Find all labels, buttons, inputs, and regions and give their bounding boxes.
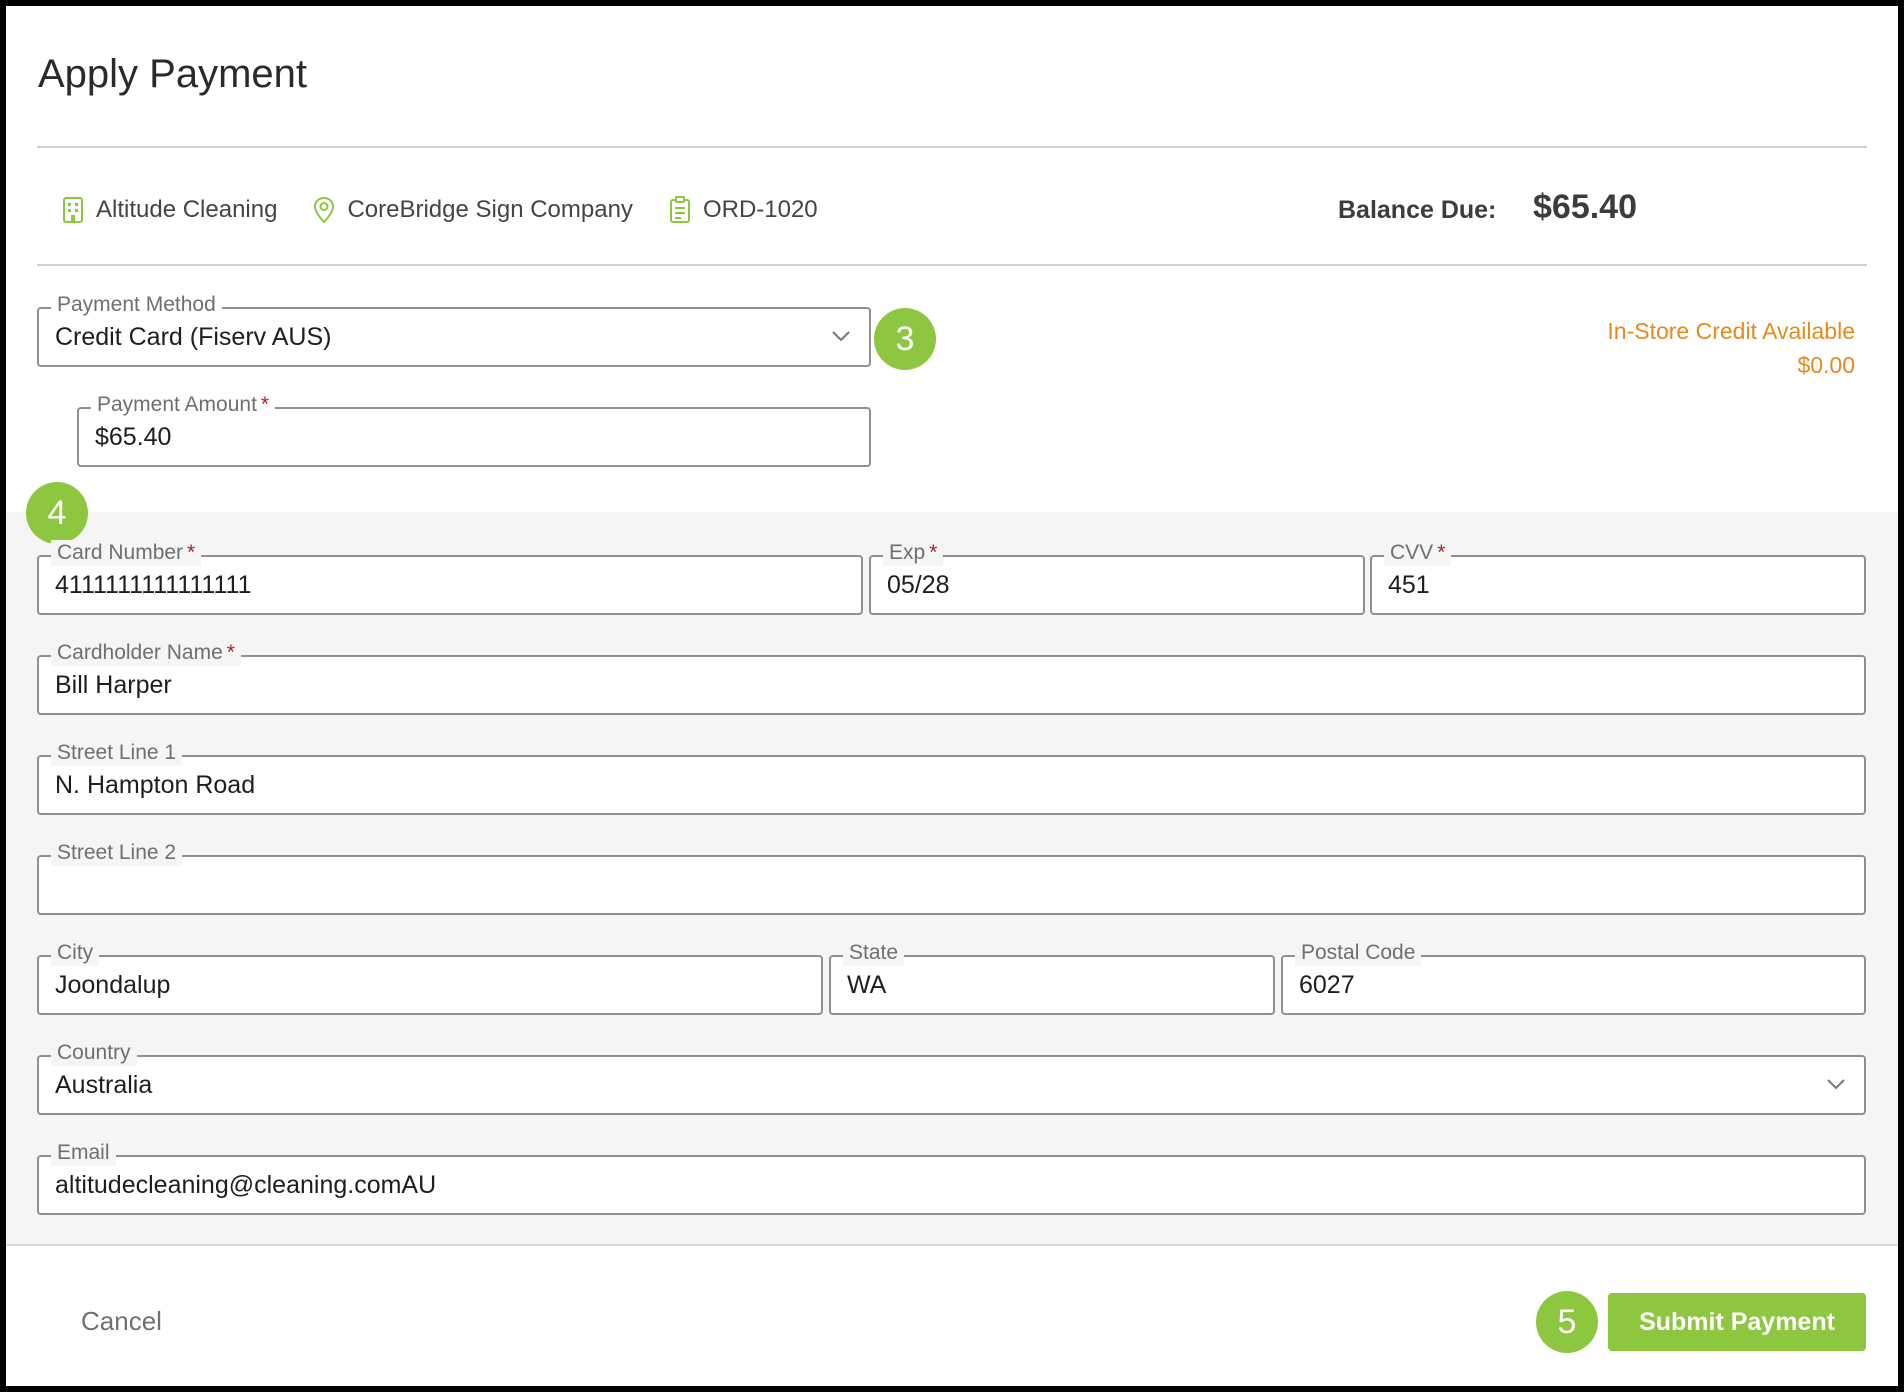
chevron-down-icon	[1827, 1079, 1845, 1090]
customer-info: Altitude Cleaning	[62, 196, 277, 224]
balance-due-label: Balance Due:	[1338, 196, 1497, 224]
order-number: ORD-1020	[702, 196, 818, 223]
payment-amount-value: $65.40	[95, 422, 172, 451]
in-store-credit-value: $0.00	[1797, 352, 1855, 378]
balance-due-value: $65.40	[1533, 188, 1637, 226]
in-store-credit-label: In-Store Credit Available	[1607, 318, 1855, 344]
postal-code-value: 6027	[1299, 970, 1355, 999]
step-badge-5: 5	[1536, 1291, 1598, 1353]
email-field[interactable]: Email altitudecleaning@cleaning.comAU	[37, 1140, 1866, 1215]
email-value: altitudecleaning@cleaning.comAU	[55, 1170, 437, 1199]
order-info-row: Altitude Cleaning CoreBridge Sign Compan…	[62, 196, 854, 224]
street-line-2-field[interactable]: Street Line 2	[37, 840, 1866, 915]
customer-name: Altitude Cleaning	[96, 196, 278, 223]
dialog-title: Apply Payment	[38, 52, 308, 96]
payment-amount-field[interactable]: Payment Amount * $65.40	[77, 392, 871, 467]
state-value: WA	[847, 970, 887, 999]
street-line-1-value: N. Hampton Road	[55, 770, 256, 799]
exp-value: 05/28	[887, 570, 950, 599]
state-field[interactable]: State WA	[829, 940, 1275, 1015]
building-icon	[63, 197, 83, 223]
cancel-button[interactable]: Cancel	[81, 1306, 162, 1337]
city-value: Joondalup	[55, 970, 171, 999]
step-badge-4: 4	[26, 482, 88, 544]
city-field[interactable]: City Joondalup	[37, 940, 823, 1015]
street-line-1-field[interactable]: Street Line 1 N. Hampton Road	[37, 740, 1866, 815]
footer-divider	[6, 1244, 1898, 1246]
card-number-value: 4111111111111111	[55, 570, 252, 599]
payment-method-select[interactable]: Payment Method Credit Card (Fiserv AUS)	[37, 292, 871, 367]
card-number-field[interactable]: Card Number * 4111111111111111	[37, 540, 863, 615]
submit-payment-button[interactable]: Submit Payment	[1608, 1293, 1866, 1351]
step-badge-3: 3	[874, 308, 936, 370]
cvv-value: 451	[1388, 570, 1430, 599]
exp-field[interactable]: Exp * 05/28	[869, 540, 1365, 615]
clipboard-icon	[669, 196, 690, 223]
cvv-field[interactable]: CVV * 451	[1370, 540, 1866, 615]
cardholder-name-value: Bill Harper	[55, 670, 172, 699]
apply-payment-dialog: Apply Payment Altitude Cleaning CoreBrid…	[6, 6, 1898, 1386]
map-pin-icon	[314, 196, 335, 224]
street-line-2-value	[55, 857, 1814, 913]
location-info: CoreBridge Sign Company	[313, 196, 633, 224]
payment-method-value: Credit Card (Fiserv AUS)	[55, 322, 332, 351]
cardholder-name-field[interactable]: Cardholder Name * Bill Harper	[37, 640, 1866, 715]
divider	[37, 146, 1867, 148]
divider	[37, 264, 1867, 266]
country-select[interactable]: Country Australia	[37, 1040, 1866, 1115]
chevron-down-icon	[832, 331, 850, 342]
country-value: Australia	[55, 1070, 153, 1099]
postal-code-field[interactable]: Postal Code 6027	[1281, 940, 1866, 1015]
location-name: CoreBridge Sign Company	[347, 196, 633, 223]
order-info: ORD-1020	[669, 196, 818, 224]
